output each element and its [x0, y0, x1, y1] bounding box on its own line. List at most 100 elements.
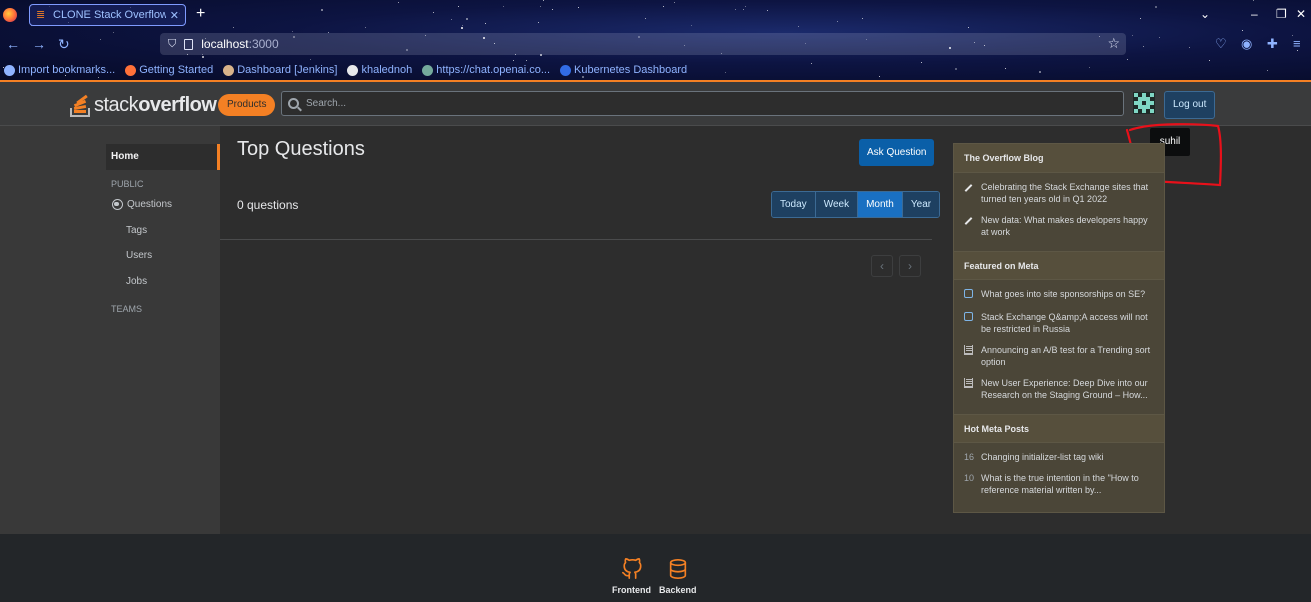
bookmark-label: Getting Started — [139, 64, 214, 76]
firefox-icon[interactable] — [3, 8, 17, 22]
list-item[interactable]: 10 What is the true intention in the "Ho… — [964, 472, 1154, 496]
meta-link[interactable]: New User Experience: Deep Dive into our … — [981, 377, 1154, 401]
bookmark-star-icon[interactable]: ☆ — [1107, 35, 1120, 52]
pocket-icon[interactable]: ♡ — [1215, 36, 1227, 52]
logo-text: stackoverflow — [94, 94, 217, 116]
question-count: 0 questions — [237, 198, 299, 212]
frontend-label: Frontend — [612, 585, 651, 595]
bookmark-label: khalednoh — [361, 64, 413, 76]
list-item[interactable]: New data: What makes developers happy at… — [964, 214, 1154, 238]
tab-title: CLONE Stack Overflow - — [53, 9, 166, 21]
search-bar[interactable] — [281, 91, 1124, 116]
sidebar-item-home[interactable]: Home — [106, 144, 220, 170]
post-score: 10 — [964, 473, 975, 483]
list-item[interactable]: Announcing an A/B test for a Trending so… — [964, 344, 1154, 368]
pencil-icon — [964, 214, 981, 226]
next-page-button[interactable]: › — [899, 255, 921, 277]
meta-heading: Featured on Meta — [954, 251, 1164, 280]
extensions-icon[interactable]: ✚ — [1267, 36, 1278, 52]
hot-meta-heading: Hot Meta Posts — [954, 414, 1164, 443]
menu-icon[interactable]: ≡ — [1293, 36, 1301, 51]
list-item[interactable]: Celebrating the Stack Exchange sites tha… — [964, 181, 1154, 205]
page-icon — [184, 38, 194, 50]
chat-bubble-icon — [964, 311, 981, 325]
divider — [220, 239, 932, 240]
navigation-bar: ← → ↻ ⛉ localhost:3000 ☆ ♡ ◉ ✚ ≡ — [0, 33, 1311, 57]
logout-button[interactable]: Log out — [1164, 91, 1216, 119]
chat-bubble-icon — [964, 288, 981, 302]
browser-chrome: ≣ CLONE Stack Overflow - ✕ + ⌄ – ❐ ✕ ← →… — [0, 0, 1311, 81]
backend-label: Backend — [659, 585, 697, 595]
sidebar-section-teams: TEAMS — [111, 304, 143, 314]
stack-icon — [964, 344, 981, 359]
back-icon[interactable]: ← — [6, 36, 20, 52]
bookmark-item[interactable]: Getting Started — [125, 64, 213, 76]
minimize-icon[interactable]: – — [1251, 7, 1258, 21]
bookmark-label: Import bookmarks... — [18, 64, 116, 76]
bookmark-favicon-icon — [347, 64, 359, 76]
filter-week[interactable]: Week — [815, 192, 859, 217]
list-item[interactable]: What goes into site sponsorships on SE? — [964, 288, 1154, 302]
restore-icon[interactable]: ❐ — [1276, 7, 1287, 21]
list-item[interactable]: Stack Exchange Q&amp;A access will not b… — [964, 311, 1154, 335]
bookmark-item[interactable]: https://chat.openai.co... — [422, 64, 550, 76]
avatar[interactable] — [1133, 92, 1155, 114]
new-tab-button[interactable]: + — [196, 5, 205, 23]
blog-heading: The Overflow Blog — [954, 144, 1164, 173]
blog-list: Celebrating the Stack Exchange sites tha… — [954, 173, 1164, 251]
tab-strip: ≣ CLONE Stack Overflow - ✕ + ⌄ – ❐ ✕ — [0, 0, 1311, 30]
backend-link[interactable]: Backend — [659, 556, 697, 595]
hot-meta-link[interactable]: Changing initializer-list tag wiki — [981, 451, 1104, 463]
site-logo[interactable]: stackoverflow — [70, 91, 217, 117]
sidebar-item-users[interactable]: Users — [126, 250, 152, 261]
close-window-icon[interactable]: ✕ — [1296, 7, 1306, 21]
sidebar-widget: The Overflow Blog Celebrating the Stack … — [953, 143, 1165, 513]
bookmark-item[interactable]: khalednoh — [347, 64, 412, 76]
page-title: Top Questions — [237, 138, 365, 160]
bookmark-favicon-icon — [125, 64, 137, 76]
bookmark-favicon-icon — [223, 64, 235, 76]
bookmark-item[interactable]: Import bookmarks... — [4, 64, 115, 76]
meta-link[interactable]: What goes into site sponsorships on SE? — [981, 288, 1145, 300]
sidebar-item-questions[interactable]: Questions — [112, 199, 172, 210]
list-item[interactable]: New User Experience: Deep Dive into our … — [964, 377, 1154, 401]
meta-link[interactable]: Stack Exchange Q&amp;A access will not b… — [981, 311, 1154, 335]
ask-question-button[interactable]: Ask Question — [859, 139, 935, 166]
url-port: :3000 — [248, 37, 279, 51]
tab-list-icon[interactable]: ⌄ — [1200, 7, 1210, 21]
filter-today[interactable]: Today — [772, 192, 816, 217]
frontend-link[interactable]: Frontend — [612, 556, 651, 595]
bookmark-favicon-icon — [4, 64, 15, 76]
stack-logo-icon — [70, 91, 92, 117]
pencil-icon — [964, 181, 981, 193]
main-content: Top Questions Ask Question 0 questions T… — [220, 126, 953, 534]
meta-link[interactable]: Announcing an A/B test for a Trending so… — [981, 344, 1154, 368]
list-item[interactable]: 16 Changing initializer-list tag wiki — [964, 451, 1154, 463]
close-tab-icon[interactable]: ✕ — [170, 9, 179, 22]
bookmark-item[interactable]: Dashboard [Jenkins] — [223, 64, 337, 76]
stack-icon — [964, 377, 981, 392]
blog-link[interactable]: New data: What makes developers happy at… — [981, 214, 1154, 238]
sidebar-item-jobs[interactable]: Jobs — [126, 276, 147, 287]
reload-icon[interactable]: ↻ — [58, 36, 70, 53]
left-sidebar: Home PUBLIC Questions Tags Users Jobs TE… — [0, 126, 220, 534]
bookmark-label: Kubernetes Dashboard — [574, 64, 688, 76]
bookmark-label: Dashboard [Jenkins] — [237, 64, 338, 76]
sidebar-item-tags[interactable]: Tags — [126, 225, 147, 236]
database-icon — [669, 559, 686, 579]
account-icon[interactable]: ◉ — [1241, 36, 1252, 52]
blog-link[interactable]: Celebrating the Stack Exchange sites tha… — [981, 181, 1154, 205]
url-bar[interactable]: ⛉ localhost:3000 ☆ — [160, 33, 1126, 55]
bookmarks-toolbar: Import bookmarks... Getting Started Dashbo… — [0, 61, 1311, 79]
browser-tab[interactable]: ≣ CLONE Stack Overflow - ✕ — [29, 4, 186, 26]
filter-month[interactable]: Month — [858, 192, 903, 217]
prev-page-button[interactable]: ‹ — [871, 255, 893, 277]
sidebar-section-public: PUBLIC — [111, 179, 144, 189]
hot-meta-link[interactable]: What is the true intention in the "How t… — [981, 472, 1154, 496]
filter-year[interactable]: Year — [902, 192, 940, 217]
forward-icon[interactable]: → — [32, 36, 46, 52]
products-button[interactable]: Products — [218, 94, 276, 116]
search-input[interactable] — [306, 98, 1100, 109]
hot-meta-list: 16 Changing initializer-list tag wiki 10… — [954, 443, 1164, 509]
bookmark-item[interactable]: Kubernetes Dashboard — [560, 64, 687, 76]
